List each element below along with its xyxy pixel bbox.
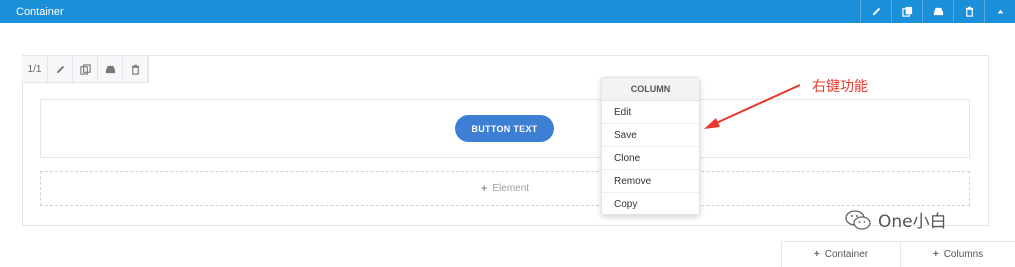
clone-container-button[interactable] [891,0,922,23]
caret-up-icon [997,9,1003,14]
clone-column-button[interactable] [73,56,98,82]
save-container-button[interactable] [922,0,953,23]
trash-icon [965,6,973,17]
plus-icon: + [480,182,488,195]
pencil-icon [56,65,64,73]
context-menu-edit[interactable]: Edit [602,101,699,124]
add-container-label: Container [824,249,869,260]
container-title: Container [16,5,64,18]
context-menu-save[interactable]: Save [602,124,699,147]
watermark-text: One小白 [878,212,947,232]
context-menu-copy[interactable]: Copy [602,193,699,214]
collapse-container-button[interactable] [984,0,1015,23]
trash-icon [131,64,139,75]
wechat-icon [845,209,871,230]
plus-icon: + [813,249,820,260]
save-icon [105,65,115,73]
add-columns-label: Columns [943,249,984,260]
edit-container-button[interactable] [860,0,891,23]
annotation-label: 右键功能 [812,79,868,95]
add-columns-button[interactable]: + Columns [901,241,1015,267]
add-container-button[interactable]: + Container [781,241,901,267]
delete-column-button[interactable] [123,56,148,82]
watermark: One小白 [844,207,947,232]
annotation-arrow [704,84,801,129]
add-section-tabs: + Container + Columns [781,241,1015,267]
container-toolbar [860,0,1015,23]
add-element-button[interactable]: + Element [40,171,970,206]
save-icon [933,7,943,16]
save-column-button[interactable] [98,56,123,82]
context-menu-clone[interactable]: Clone [602,147,699,170]
container-header-bar: Container [0,0,1015,23]
context-menu-remove[interactable]: Remove [602,170,699,193]
clone-icon [79,63,91,75]
clone-icon [901,6,912,17]
pencil-icon [872,7,880,16]
column-context-menu: COLUMN Edit Save Clone Remove Copy [601,77,700,215]
delete-container-button[interactable] [953,0,984,23]
context-menu-header: COLUMN [602,78,699,101]
column-count: 1/1 [22,56,48,82]
add-element-label: Element [492,183,530,194]
plus-icon: + [932,249,939,260]
edit-column-button[interactable] [48,56,73,82]
button-text-element[interactable]: BUTTON TEXT [455,115,554,142]
column-toolbar: 1/1 [22,56,149,83]
